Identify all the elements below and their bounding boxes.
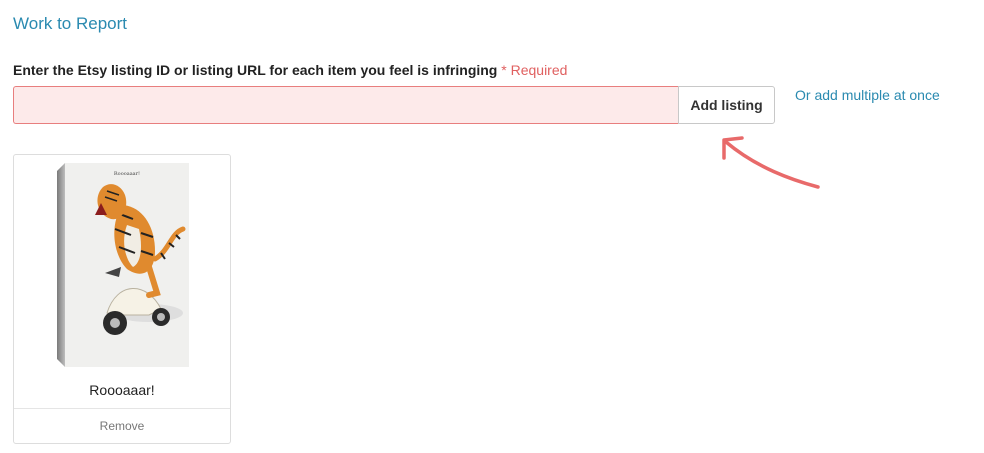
listing-field-label-text: Enter the Etsy listing ID or listing URL… — [13, 62, 498, 78]
required-indicator: * Required — [501, 62, 568, 78]
listing-image: Roooaaar! — [57, 163, 189, 367]
report-page: Work to Report Enter the Etsy listing ID… — [0, 0, 984, 453]
listing-card: Roooaaar! Roooaaar! Remove — [13, 154, 231, 444]
remove-listing-button[interactable]: Remove — [14, 408, 230, 443]
poster-caption: Roooaaar! — [114, 171, 140, 177]
section-title: Work to Report — [13, 14, 128, 33]
listing-input-group: Add listing — [13, 86, 775, 124]
pointer-arrow-icon — [722, 136, 820, 189]
listing-title: Roooaaar! — [89, 382, 155, 398]
add-listing-button[interactable]: Add listing — [678, 86, 775, 124]
listing-id-input[interactable] — [13, 86, 678, 124]
add-multiple-link[interactable]: Or add multiple at once — [795, 87, 940, 103]
listing-field-label: Enter the Etsy listing ID or listing URL… — [13, 62, 567, 78]
